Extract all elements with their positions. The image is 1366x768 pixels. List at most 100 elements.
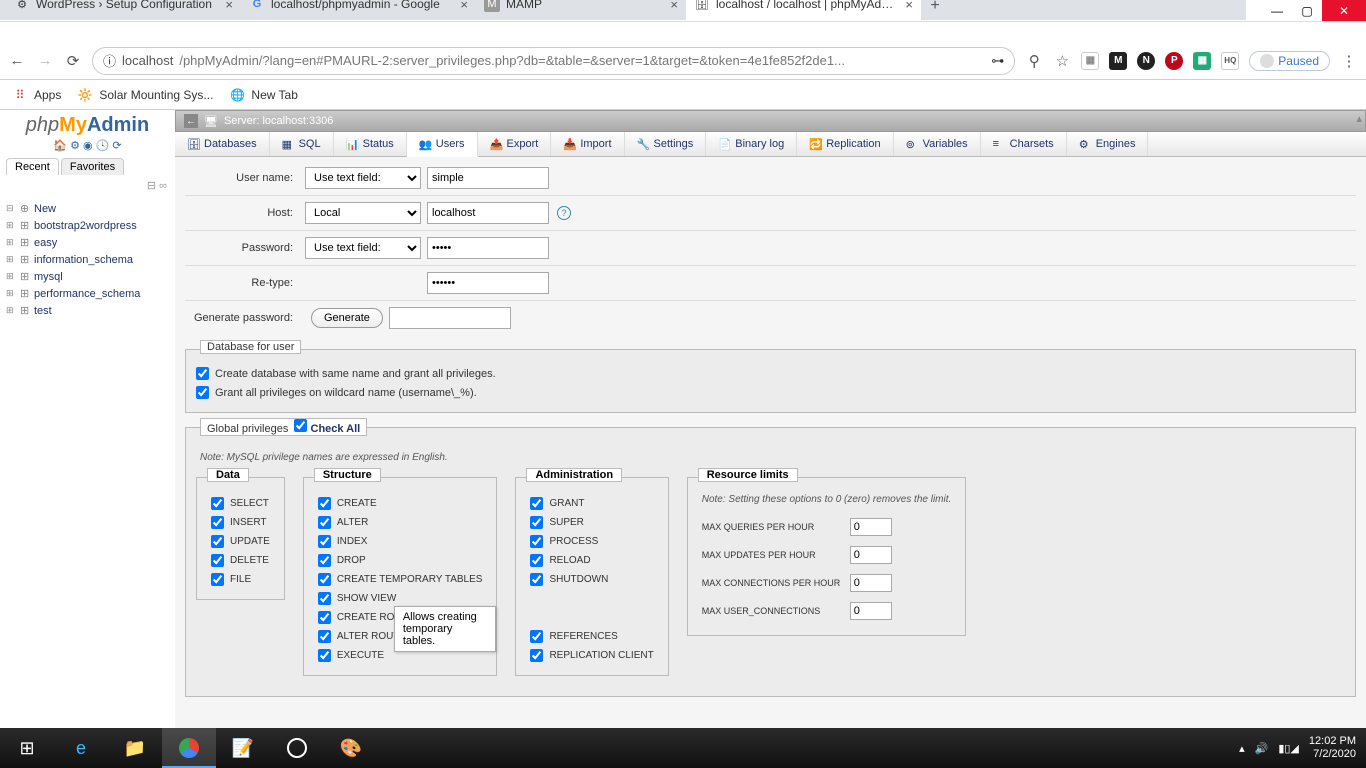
tab-mamp[interactable]: MMAMP×: [476, 0, 686, 20]
task-notes[interactable]: 📝: [216, 728, 270, 768]
collapse-up-icon[interactable]: ▴: [1356, 112, 1362, 125]
priv-shutdown[interactable]: SHUTDOWN: [530, 570, 653, 589]
priv-file[interactable]: FILE: [211, 570, 270, 589]
pma-quick-icons[interactable]: 🏠 ⚙ ◉ 🕓 ⟳: [0, 137, 175, 158]
forward-button[interactable]: →: [36, 52, 54, 70]
bookmark-solar[interactable]: 🔆Solar Mounting Sys...: [77, 87, 213, 103]
username-mode-select[interactable]: Use text field:: [305, 167, 421, 189]
tray-clock[interactable]: 12:02 PM7/2/2020: [1309, 735, 1356, 761]
nav-tab-favorites[interactable]: Favorites: [61, 158, 124, 175]
tab-phpmyadmin[interactable]: 🗄localhost / localhost | phpMyAdmin×: [686, 0, 921, 20]
username-input[interactable]: [427, 167, 549, 189]
priv-process[interactable]: PROCESS: [530, 532, 653, 551]
chk-wildcard[interactable]: [196, 386, 209, 399]
task-paint[interactable]: 🎨: [324, 728, 378, 768]
priv-delete[interactable]: DELETE: [211, 551, 270, 570]
tab-charsets[interactable]: ≡Charsets: [981, 132, 1067, 156]
tab-variables[interactable]: ⊚Variables: [894, 132, 981, 156]
apps-shortcut[interactable]: ⠿Apps: [12, 87, 61, 103]
chrome-menu-icon[interactable]: ⋮: [1340, 52, 1358, 70]
server-breadcrumb[interactable]: ← 🖥Server: localhost:3306 ▴: [175, 110, 1366, 132]
tab-engines[interactable]: ⚙Engines: [1067, 132, 1149, 156]
tab-wordpress[interactable]: ⚙WordPress › Setup Configuration×: [6, 0, 241, 20]
password-input[interactable]: [427, 237, 549, 259]
res-input[interactable]: [850, 546, 892, 564]
priv-insert[interactable]: INSERT: [211, 513, 270, 532]
chk-check-all[interactable]: [294, 419, 307, 432]
priv-grant[interactable]: GRANT: [530, 494, 653, 513]
close-icon[interactable]: ×: [460, 0, 468, 12]
priv-alter[interactable]: ALTER: [318, 513, 483, 532]
password-mode-select[interactable]: Use text field:: [305, 237, 421, 259]
tab-google[interactable]: Glocalhost/phpmyadmin - Google×: [241, 0, 476, 20]
tab-replication[interactable]: 🔁Replication: [797, 132, 893, 156]
nav-tab-recent[interactable]: Recent: [6, 158, 59, 175]
priv-index[interactable]: INDEX: [318, 532, 483, 551]
ext-icon-n[interactable]: N: [1137, 52, 1155, 70]
tree-item-performance_schema[interactable]: ⊞⊞performance_schema: [6, 285, 169, 302]
retype-input[interactable]: [427, 272, 549, 294]
task-ie[interactable]: e: [54, 728, 108, 768]
bookmark-newtab[interactable]: 🌐New Tab: [229, 87, 297, 103]
profile-paused-badge[interactable]: Paused: [1249, 51, 1330, 71]
tab-databases[interactable]: 🗄Databases: [175, 132, 270, 156]
back-button[interactable]: ←: [8, 52, 26, 70]
priv-create[interactable]: CREATE: [318, 494, 483, 513]
tree-item-test[interactable]: ⊞⊞test: [6, 302, 169, 319]
tab-status[interactable]: 📊Status: [334, 132, 407, 156]
tray-volume-icon[interactable]: 🔊: [1255, 742, 1269, 755]
priv-update[interactable]: UPDATE: [211, 532, 270, 551]
ext-icon-pinterest[interactable]: P: [1165, 52, 1183, 70]
close-icon[interactable]: ×: [670, 0, 678, 12]
help-icon[interactable]: ?: [557, 206, 571, 220]
task-chrome[interactable]: [162, 728, 216, 768]
collapse-left-icon[interactable]: ←: [184, 114, 198, 128]
priv-reload[interactable]: RELOAD: [530, 551, 653, 570]
start-button[interactable]: ⊞: [0, 728, 54, 768]
tray-up-icon[interactable]: ▴: [1239, 742, 1245, 755]
close-icon[interactable]: ×: [905, 0, 913, 12]
star-icon[interactable]: ☆: [1053, 52, 1071, 70]
tab-sql[interactable]: ▦SQL: [270, 132, 334, 156]
generate-button[interactable]: Generate: [311, 308, 383, 328]
priv-super[interactable]: SUPER: [530, 513, 653, 532]
priv-drop[interactable]: DROP: [318, 551, 483, 570]
window-minimize[interactable]: —: [1262, 0, 1292, 21]
ext-icon-m[interactable]: M: [1109, 52, 1127, 70]
tray-network-icon[interactable]: ▮▯◢: [1278, 742, 1299, 755]
tab-import[interactable]: 📥Import: [551, 132, 624, 156]
tree-item-bootstrap2wordpress[interactable]: ⊞⊞bootstrap2wordpress: [6, 217, 169, 234]
site-info-icon[interactable]: ⓘ: [103, 51, 116, 70]
window-close[interactable]: ✕: [1322, 0, 1366, 21]
tab-export[interactable]: 📤Export: [478, 132, 552, 156]
tree-new[interactable]: ⊟⊕New: [6, 200, 169, 217]
res-input[interactable]: [850, 602, 892, 620]
tab-users[interactable]: 👥Users: [407, 132, 478, 157]
priv-create-temporary-tables[interactable]: CREATE TEMPORARY TABLES: [318, 570, 483, 589]
chk-create-db[interactable]: [196, 367, 209, 380]
priv-select[interactable]: SELECT: [211, 494, 270, 513]
reload-button[interactable]: ⟳: [64, 52, 82, 70]
search-icon[interactable]: ⚲: [1025, 52, 1043, 70]
priv-references[interactable]: REFERENCES: [530, 627, 653, 646]
ext-icon-hq[interactable]: HQ: [1221, 52, 1239, 70]
res-input[interactable]: [850, 574, 892, 592]
task-explorer[interactable]: 📁: [108, 728, 162, 768]
tab-settings[interactable]: 🔧Settings: [625, 132, 707, 156]
host-input[interactable]: [427, 202, 549, 224]
task-app[interactable]: [270, 728, 324, 768]
address-bar[interactable]: ⓘ localhost/phpMyAdmin/?lang=en#PMAURL-2…: [92, 47, 1015, 75]
tab-binary-log[interactable]: 📄Binary log: [706, 132, 797, 156]
window-maximize[interactable]: ▢: [1292, 0, 1322, 21]
close-icon[interactable]: ×: [225, 0, 233, 12]
password-icon[interactable]: ⊶: [991, 53, 1004, 69]
priv-replication-client[interactable]: REPLICATION CLIENT: [530, 646, 653, 665]
new-tab-button[interactable]: +: [921, 0, 949, 20]
tree-item-mysql[interactable]: ⊞⊞mysql: [6, 268, 169, 285]
res-input[interactable]: [850, 518, 892, 536]
ext-icon-1[interactable]: ▦: [1081, 52, 1099, 70]
ext-icon-4[interactable]: ▦: [1193, 52, 1211, 70]
check-all-link[interactable]: Check All: [311, 423, 361, 435]
host-mode-select[interactable]: Local: [305, 202, 421, 224]
nav-collapse-icons[interactable]: ⊟ ∞: [0, 175, 175, 196]
